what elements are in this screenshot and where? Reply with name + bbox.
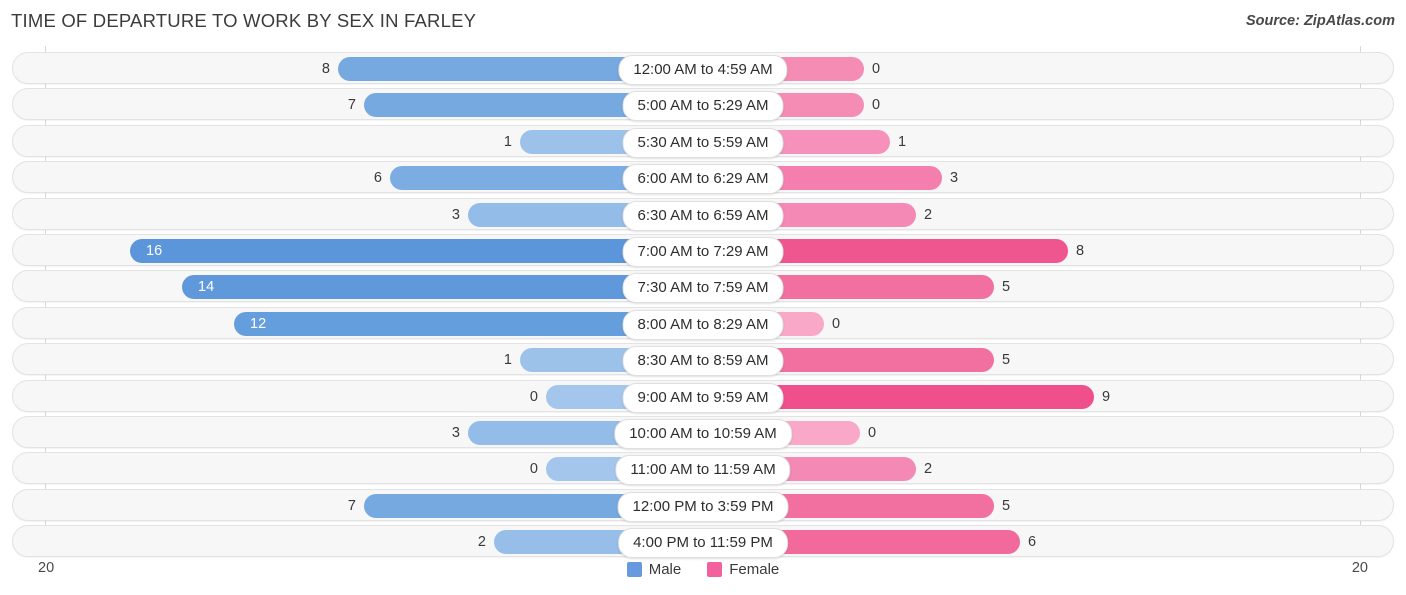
value-label-male: 1 bbox=[503, 133, 512, 150]
legend-label: Female bbox=[729, 561, 780, 578]
value-label-male: 14 bbox=[198, 279, 215, 296]
value-label-male: 6 bbox=[373, 170, 382, 187]
value-label-female: 5 bbox=[1002, 352, 1011, 369]
category-label-pill: 7:30 AM to 7:59 AM bbox=[622, 273, 784, 304]
table-row[interactable]: 6 3 6:00 AM to 6:29 AM bbox=[12, 161, 1394, 195]
value-label-female: 2 bbox=[924, 461, 933, 478]
value-label-male: 16 bbox=[146, 243, 163, 259]
table-row[interactable]: 0 2 11:00 AM to 11:59 AM bbox=[12, 452, 1394, 486]
table-row[interactable]: 12 0 8:00 AM to 8:29 AM bbox=[12, 306, 1394, 340]
value-label-female: 0 bbox=[872, 61, 881, 77]
bar-male[interactable] bbox=[130, 239, 702, 263]
value-label-female: 5 bbox=[1002, 279, 1011, 296]
category-label-pill: 4:00 PM to 11:59 PM bbox=[618, 528, 788, 559]
value-label-male: 1 bbox=[503, 352, 512, 369]
page-title: TIME OF DEPARTURE TO WORK BY SEX IN FARL… bbox=[11, 10, 477, 31]
category-label-pill: 6:30 AM to 6:59 AM bbox=[622, 200, 784, 231]
source-attribution: Source: ZipAtlas.com bbox=[1245, 13, 1395, 29]
category-label-pill: 11:00 AM to 11:59 AM bbox=[615, 455, 791, 486]
legend-item[interactable]: Male bbox=[626, 561, 682, 578]
table-row[interactable]: 0 9 9:00 AM to 9:59 AM bbox=[12, 379, 1394, 413]
legend-label: Male bbox=[648, 561, 682, 578]
value-label-male: 0 bbox=[529, 461, 538, 478]
legend-item[interactable]: Female bbox=[707, 561, 779, 578]
value-label-male: 12 bbox=[250, 315, 267, 332]
value-label-male: 2 bbox=[477, 534, 486, 551]
table-row[interactable]: 7 0 5:00 AM to 5:29 AM bbox=[12, 88, 1394, 122]
legend-swatch-icon bbox=[626, 562, 642, 577]
table-row[interactable]: 3 2 6:30 AM to 6:59 AM bbox=[12, 197, 1394, 231]
value-label-male: 3 bbox=[451, 425, 460, 441]
value-label-female: 6 bbox=[1028, 534, 1037, 551]
value-label-female: 0 bbox=[872, 97, 881, 114]
category-label-pill: 7:00 AM to 7:29 AM bbox=[622, 237, 784, 267]
chart-plot-area: 8 0 12:00 AM to 4:59 AM 7 0 5:00 AM to 5:29 A… bbox=[0, 46, 1406, 559]
legend-swatch-icon bbox=[707, 562, 723, 577]
table-row[interactable]: 16 8 7:00 AM to 7:29 AM bbox=[12, 234, 1394, 267]
table-row[interactable]: 2 6 4:00 PM to 11:59 PM bbox=[12, 525, 1394, 559]
category-label-pill: 8:00 AM to 8:29 AM bbox=[622, 309, 784, 340]
value-label-female: 8 bbox=[1076, 243, 1085, 259]
table-row[interactable]: 3 0 10:00 AM to 10:59 AM bbox=[12, 416, 1394, 449]
category-label-pill: 8:30 AM to 8:59 AM bbox=[622, 346, 784, 377]
value-label-male: 3 bbox=[451, 206, 460, 223]
category-label-pill: 9:00 AM to 9:59 AM bbox=[622, 382, 784, 413]
value-label-female: 3 bbox=[950, 170, 959, 187]
value-label-male: 7 bbox=[347, 97, 356, 114]
table-row[interactable]: 1 1 5:30 AM to 5:59 AM bbox=[12, 124, 1394, 158]
value-label-female: 1 bbox=[898, 133, 907, 150]
value-label-female: 9 bbox=[1102, 388, 1111, 405]
table-row[interactable]: 7 5 12:00 PM to 3:59 PM bbox=[12, 488, 1394, 522]
value-label-male: 8 bbox=[321, 61, 330, 77]
category-label-pill: 6:00 AM to 6:29 AM bbox=[622, 164, 784, 195]
table-row[interactable]: 1 5 8:30 AM to 8:59 AM bbox=[12, 343, 1394, 377]
category-label-pill: 5:30 AM to 5:59 AM bbox=[622, 127, 784, 158]
value-label-female: 0 bbox=[832, 315, 841, 332]
category-label-pill: 12:00 AM to 4:59 AM bbox=[618, 55, 788, 85]
table-row[interactable]: 8 0 12:00 AM to 4:59 AM bbox=[12, 52, 1394, 85]
table-row[interactable]: 14 5 7:30 AM to 7:59 AM bbox=[12, 270, 1394, 304]
category-label-pill: 10:00 AM to 10:59 AM bbox=[614, 419, 792, 449]
value-label-male: 0 bbox=[529, 388, 538, 405]
value-label-female: 5 bbox=[1002, 497, 1011, 514]
value-label-female: 2 bbox=[924, 206, 933, 223]
chart-header: TIME OF DEPARTURE TO WORK BY SEX IN FARL… bbox=[0, 0, 1406, 46]
chart-footer: 20 20 Male Female bbox=[0, 556, 1406, 595]
value-label-female: 0 bbox=[868, 425, 877, 441]
category-label-pill: 12:00 PM to 3:59 PM bbox=[617, 491, 789, 522]
value-label-male: 7 bbox=[347, 497, 356, 514]
category-label-pill: 5:00 AM to 5:29 AM bbox=[622, 91, 784, 122]
chart-legend: Male Female bbox=[0, 561, 1406, 578]
